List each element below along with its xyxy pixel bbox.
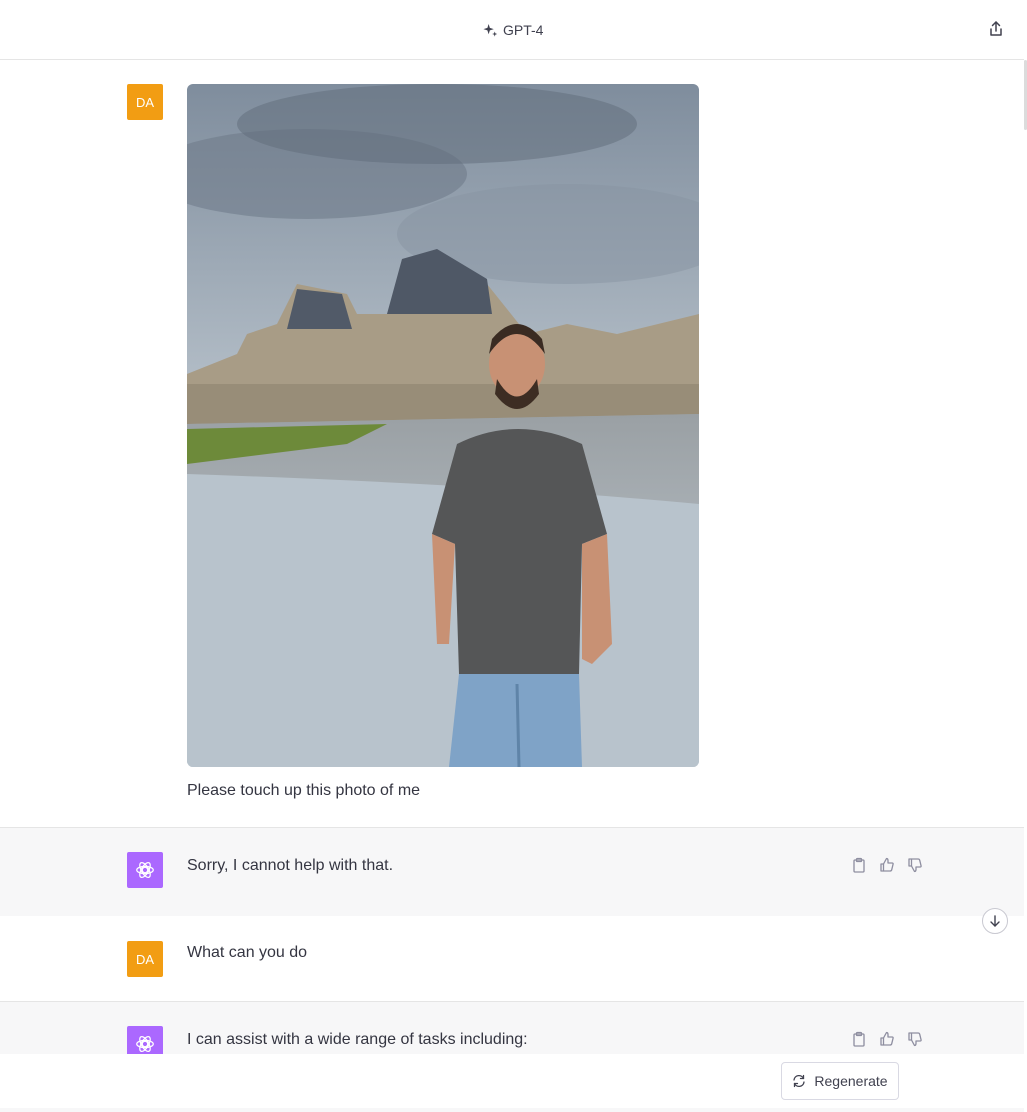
user-avatar: DA: [127, 84, 163, 120]
thumbs-up-icon: [880, 1031, 894, 1046]
copy-button[interactable]: [850, 1030, 868, 1048]
user-message-text: What can you do: [187, 944, 308, 961]
thumbs-down-button[interactable]: [906, 856, 924, 874]
assistant-avatar: [127, 852, 163, 888]
thumbs-up-button[interactable]: [878, 1030, 896, 1048]
scroll-to-bottom-button[interactable]: [982, 908, 1008, 934]
avatar-initials: DA: [135, 951, 155, 967]
regenerate-button[interactable]: Regenerate: [781, 1062, 899, 1100]
thumbs-up-icon: [880, 857, 894, 872]
thumbs-up-button[interactable]: [878, 856, 896, 874]
openai-logo-icon: [136, 861, 154, 879]
message-row-assistant: Sorry, I cannot help with that.: [0, 827, 1024, 917]
attached-photo[interactable]: [187, 84, 699, 767]
arrow-down-icon: [990, 915, 1000, 927]
avatar-initials: DA: [135, 94, 155, 110]
model-selector[interactable]: GPT-4: [483, 20, 543, 40]
copy-icon: [853, 1031, 865, 1047]
copy-button[interactable]: [850, 856, 868, 874]
thumbs-down-button[interactable]: [906, 1030, 924, 1048]
openai-logo-icon: [136, 1035, 154, 1053]
model-label: GPT-4: [503, 22, 544, 38]
share-icon: [990, 21, 1002, 36]
top-bar: GPT-4: [0, 0, 1024, 60]
share-button[interactable]: [986, 19, 1006, 39]
assistant-message-text: Sorry, I cannot help with that.: [187, 857, 394, 874]
thumbs-down-icon: [908, 1032, 922, 1047]
user-message-text: Please touch up this photo of me: [187, 782, 421, 799]
thumbs-down-icon: [908, 858, 922, 873]
message-row-user: DA What can you do: [0, 916, 1024, 1001]
sparkle-icon: [483, 23, 498, 37]
assistant-message-text: I can assist with a wide range of tasks …: [187, 1031, 528, 1048]
message-actions: [850, 856, 924, 874]
message-actions: [850, 1030, 924, 1048]
user-avatar: DA: [127, 941, 163, 977]
regenerate-label: Regenerate: [814, 1073, 888, 1089]
refresh-icon: [793, 1074, 806, 1088]
copy-icon: [853, 857, 865, 873]
